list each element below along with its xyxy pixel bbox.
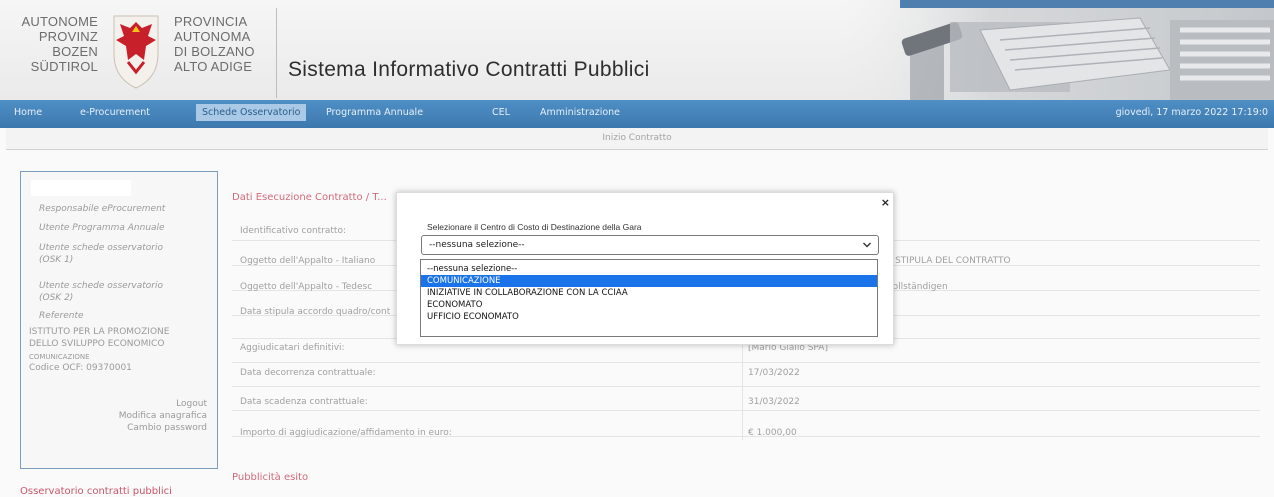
current-datetime: giovedì, 17 marzo 2022 17:19:0 xyxy=(1115,107,1268,118)
logo-left-line: PROVINZ xyxy=(38,29,98,44)
sidebar-link-responsabile-eprocurement[interactable]: Responsabile eProcurement xyxy=(39,203,165,215)
field-label-oggetto-italiano: Oggetto dell'Appalto - Italiano xyxy=(240,256,376,266)
field-label-data-scadenza: Data scadenza contrattuale: xyxy=(240,397,368,407)
cost-center-select-value: --nessuna selezione-- xyxy=(429,240,525,250)
field-value-importo: € 1.000,00 xyxy=(748,428,797,438)
field-label-data-decorrenza: Data decorrenza contrattuale: xyxy=(240,368,376,378)
dropdown-option[interactable]: ECONOMATO xyxy=(421,299,877,311)
gavel-and-documents-banner xyxy=(840,0,1274,100)
nav-home[interactable]: Home xyxy=(14,107,42,118)
nav-amministrazione[interactable]: Amministrazione xyxy=(540,107,620,118)
logo-divider xyxy=(276,8,277,98)
logo-right-line: ALTO ADIGE xyxy=(174,59,253,74)
dropdown-option-highlighted[interactable]: COMUNICAZIONE xyxy=(421,275,877,287)
nav-programma-annuale[interactable]: Programma Annuale xyxy=(326,107,423,118)
logo-right-line: PROVINCIA xyxy=(174,14,248,29)
organization-unit: COMUNICAZIONE xyxy=(29,353,90,361)
logo-right-line: DI BOLZANO xyxy=(174,44,255,59)
nav-schede-osservatorio[interactable]: Schede Osservatorio xyxy=(196,104,307,121)
next-section-title: Pubblicità esito xyxy=(232,472,309,483)
app-title: Sistema Informativo Contratti Pubblici xyxy=(288,58,650,81)
fiscal-code: Codice OCF: 09370001 xyxy=(29,363,132,373)
sidebar-link-utente-programma-annuale[interactable]: Utente Programma Annuale xyxy=(39,222,165,234)
page: AUTONOME PROVINZ BOZEN SÜDTIROL PROVINCI… xyxy=(0,0,1274,497)
header: AUTONOME PROVINZ BOZEN SÜDTIROL PROVINCI… xyxy=(0,0,1274,100)
logout-link[interactable]: Logout xyxy=(176,398,207,410)
edit-profile-link[interactable]: Modifica anagrafica xyxy=(119,410,207,422)
logo-left-line: AUTONOME xyxy=(21,14,98,29)
field-value-data-scadenza: 31/03/2022 xyxy=(748,397,800,407)
change-password-link[interactable]: Cambio password xyxy=(127,422,207,434)
sidebar-link-utente-osk2-suffix[interactable]: (OSK 2) xyxy=(39,292,73,304)
cost-center-select[interactable]: --nessuna selezione-- xyxy=(421,235,879,255)
organization-name-line: DELLO SVILUPPO ECONOMICO xyxy=(29,339,165,349)
field-value-data-decorrenza: 17/03/2022 xyxy=(748,368,800,378)
sidebar-link-utente-osk1-suffix[interactable]: (OSK 1) xyxy=(39,254,73,266)
logo-left-line: BOZEN xyxy=(52,44,98,59)
logo-left-text: AUTONOME PROVINZ BOZEN SÜDTIROL xyxy=(0,14,98,74)
row-divider xyxy=(232,362,1260,363)
field-label-importo: Importo di aggiudicazione/affidamento in… xyxy=(240,428,452,438)
field-label-aggiudicatari: Aggiudicatari definitivi: xyxy=(240,343,345,353)
sidebar-link-referente[interactable]: Referente xyxy=(39,310,84,322)
dropdown-option[interactable]: INIZIATIVE IN COLLABORAZIONE CON LA CCIA… xyxy=(421,287,877,299)
close-icon[interactable]: × xyxy=(881,196,890,209)
chevron-down-icon xyxy=(863,242,871,248)
field-label-identificativo: Identificativo contratto: xyxy=(240,226,346,236)
field-label-data-stipula: Data stipula accordo quadro/cont xyxy=(240,307,391,317)
logo-right-text: PROVINCIA AUTONOMA DI BOLZANO ALTO ADIGE xyxy=(174,14,269,74)
section-title: Dati Esecuzione Contratto / T... xyxy=(232,192,387,203)
field-value-oggetto-italiano: E E STIPULA DEL CONTRATTO xyxy=(878,256,1011,266)
nav-e-procurement[interactable]: e-Procurement xyxy=(80,107,150,118)
user-sidebar: Responsabile eProcurement Utente Program… xyxy=(20,171,218,469)
sidebar-link-utente-osk1[interactable]: Utente schede osservatorio xyxy=(39,242,163,254)
sidebar-next-section-title: Osservatorio contratti pubblici xyxy=(20,486,172,497)
cost-center-dropdown-list: --nessuna selezione-- COMUNICAZIONE INIZ… xyxy=(420,259,878,337)
nav-cel[interactable]: CEL xyxy=(492,107,510,118)
row-divider xyxy=(232,386,1260,387)
sidebar-link-utente-osk2[interactable]: Utente schede osservatorio xyxy=(39,280,163,292)
organization-name-line: ISTITUTO PER LA PROMOZIONE xyxy=(29,327,170,337)
page-subtitle: Inizio Contratto xyxy=(602,133,672,143)
eagle-coat-of-arms-icon xyxy=(113,15,159,89)
row-divider xyxy=(232,410,1260,411)
dropdown-option[interactable]: --nessuna selezione-- xyxy=(421,263,877,275)
dropdown-option[interactable]: UFFICIO ECONOMATO xyxy=(421,311,877,323)
cost-center-label: Selezionare il Centro di Costo di Destin… xyxy=(427,222,642,232)
logo-left-line: SÜDTIROL xyxy=(30,59,98,74)
main-navbar: Home e-Procurement Schede Osservatorio P… xyxy=(0,100,1274,128)
field-label-oggetto-tedesco: Oggetto dell'Appalto - Tedesc xyxy=(240,282,373,292)
logo-right-line: AUTONOMA xyxy=(174,29,251,44)
redacted-username xyxy=(31,180,131,196)
page-subtitle-bar: Inizio Contratto xyxy=(6,128,1268,150)
